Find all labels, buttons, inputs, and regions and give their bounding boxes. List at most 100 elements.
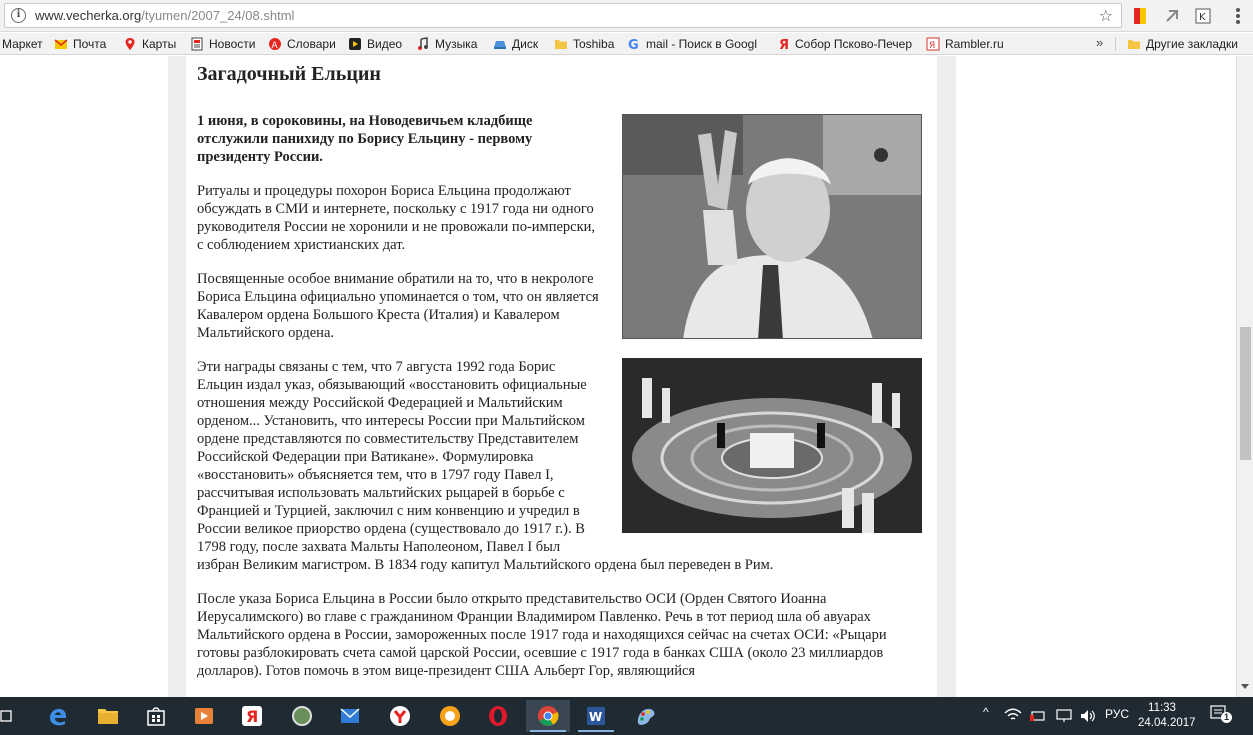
bookmark-label: Словари	[287, 37, 336, 51]
file-explorer-icon	[98, 709, 118, 724]
bookmark-rambler[interactable]: Я Rambler.ru	[926, 36, 1004, 52]
bookmarks-more-button[interactable]: »	[1096, 35, 1103, 50]
taskbar-media[interactable]	[182, 700, 226, 732]
funeral-ceremony-photo	[622, 358, 922, 533]
taskbar-app-green[interactable]	[280, 700, 324, 732]
bookmark-label: Rambler.ru	[945, 37, 1004, 51]
svg-text:Я: Я	[929, 41, 935, 51]
browser-menu-icon[interactable]	[1229, 6, 1247, 26]
language-indicator[interactable]: РУС	[1105, 707, 1129, 721]
bookmark-music[interactable]: Музыка	[416, 36, 477, 52]
taskbar-yandex[interactable]: Я	[230, 700, 274, 732]
clock-time: 11:33	[1148, 702, 1176, 714]
map-pin-icon	[125, 38, 135, 50]
page-scrollbar[interactable]	[1236, 56, 1253, 697]
opera-icon	[489, 706, 507, 726]
bookmark-market[interactable]: Маркет	[2, 36, 43, 52]
kaspersky-extension-icon[interactable]: K	[1194, 7, 1212, 25]
task-view-button[interactable]	[0, 700, 22, 732]
svg-text:K: K	[1199, 12, 1206, 23]
disk-icon	[494, 41, 506, 49]
action-center-button[interactable]: 1	[1210, 705, 1232, 723]
bookmark-label: Диск	[512, 37, 539, 51]
taskbar-chrome[interactable]	[526, 700, 570, 732]
news-icon	[191, 37, 203, 51]
bookmark-label: Музыка	[435, 37, 478, 51]
bookmark-mail[interactable]: Почта	[54, 36, 106, 52]
bookmark-label: Toshiba	[573, 37, 615, 51]
clock-date: 24.04.2017	[1138, 717, 1196, 729]
volume-icon[interactable]	[1079, 708, 1097, 724]
network-icon[interactable]	[1004, 708, 1022, 724]
portrait-illustration	[623, 115, 921, 338]
info-icon[interactable]: i	[11, 8, 26, 23]
taskbar-paint[interactable]	[624, 700, 668, 732]
taskbar-store[interactable]	[134, 700, 178, 732]
taskbar-chat[interactable]	[428, 700, 472, 732]
bookmark-label: Карты	[142, 37, 177, 51]
bookmark-google-search[interactable]: Gmail - Поиск в Googl	[627, 36, 757, 52]
ceremony-illustration	[622, 358, 922, 533]
scrollbar-thumb[interactable]	[1240, 327, 1251, 460]
taskbar-word[interactable]: W	[574, 700, 618, 732]
taskbar-clock[interactable]: 11:33 24.04.2017	[1138, 701, 1196, 731]
bookmark-dictionaries[interactable]: A Словари	[268, 36, 336, 52]
music-icon	[418, 37, 428, 50]
display-icon[interactable]	[1055, 708, 1073, 724]
dictionary-icon: A	[269, 38, 281, 51]
battery-warning-icon[interactable]	[1030, 708, 1048, 724]
video-icon	[349, 38, 361, 50]
tray-show-hidden-icon[interactable]: ^	[983, 705, 989, 719]
yeltsin-photo	[622, 114, 922, 339]
yandex-icon: Я	[242, 706, 262, 726]
windows-taskbar: Я W ^ РУС 11:33 24.04.2017 1	[0, 697, 1253, 735]
bookmark-toshiba[interactable]: Toshiba	[554, 36, 614, 52]
folder-icon	[1128, 40, 1140, 49]
app-circle-icon	[292, 706, 312, 726]
yandex-browser-icon	[390, 706, 410, 726]
paint-icon	[637, 708, 655, 725]
bookmark-label: Собор Псково-Печер	[795, 37, 912, 51]
bookmark-label: Видео	[367, 37, 403, 51]
arrow-extension-icon[interactable]	[1163, 7, 1181, 25]
svg-text:W: W	[589, 710, 602, 724]
article: Загадочный Ельцин 1 июня, в сороковины, …	[197, 56, 922, 696]
page-side-right	[937, 56, 956, 697]
bookmark-news[interactable]: Новости	[190, 36, 255, 52]
task-view-icon	[0, 710, 12, 722]
notification-count-badge: 1	[1221, 712, 1232, 723]
taskbar-yandex-browser[interactable]	[378, 700, 422, 732]
url-host: www.vecherka.org	[35, 8, 142, 23]
address-bar[interactable]: i www.vecherka.org/tyumen/2007_24/08.sht…	[4, 3, 1122, 28]
url-path: /tyumen/2007_24/08.shtml	[141, 8, 295, 23]
rambler-icon: Я	[926, 37, 940, 51]
article-lead: 1 июня, в сороковины, на Новодевичьем кл…	[197, 113, 533, 165]
store-icon	[147, 707, 165, 726]
bookmark-label: Другие закладки	[1146, 37, 1238, 51]
svg-text:G: G	[628, 38, 639, 51]
folder-icon	[555, 40, 567, 49]
yandex-icon: Я	[779, 38, 789, 51]
bookmark-sobor[interactable]: Я Собор Псково-Печер	[776, 36, 912, 52]
taskbar-mail[interactable]	[328, 700, 372, 732]
bookmarks-bar: Маркет Почта Карты Новости A Словари Виде…	[0, 33, 1253, 55]
bookmark-star-icon[interactable]: ☆	[1099, 6, 1113, 26]
taskbar-opera[interactable]	[476, 700, 520, 732]
bookmark-label: Новости	[209, 37, 256, 51]
bookmark-disk[interactable]: Диск	[493, 36, 538, 52]
bookmark-maps[interactable]: Карты	[123, 36, 176, 52]
taskbar-edge[interactable]	[36, 700, 80, 732]
media-player-icon	[195, 708, 213, 724]
web-page: Загадочный Ельцин 1 июня, в сороковины, …	[0, 56, 1253, 697]
url-text[interactable]: www.vecherka.org/tyumen/2007_24/08.shtml	[35, 8, 294, 23]
taskbar-explorer[interactable]	[86, 700, 130, 732]
article-paragraph: После указа Бориса Ельцина в России было…	[197, 591, 887, 679]
edge-icon	[50, 708, 67, 726]
bookmark-label: Почта	[73, 37, 107, 51]
scroll-down-arrow-icon[interactable]	[1241, 684, 1249, 689]
bookmark-other-folder[interactable]: Другие закладки	[1127, 36, 1238, 52]
yandex-bookmark-extension-icon[interactable]	[1131, 7, 1149, 25]
bookmark-video[interactable]: Видео	[348, 36, 402, 52]
svg-text:Я: Я	[246, 707, 258, 726]
bookmark-label: Маркет	[2, 37, 43, 51]
